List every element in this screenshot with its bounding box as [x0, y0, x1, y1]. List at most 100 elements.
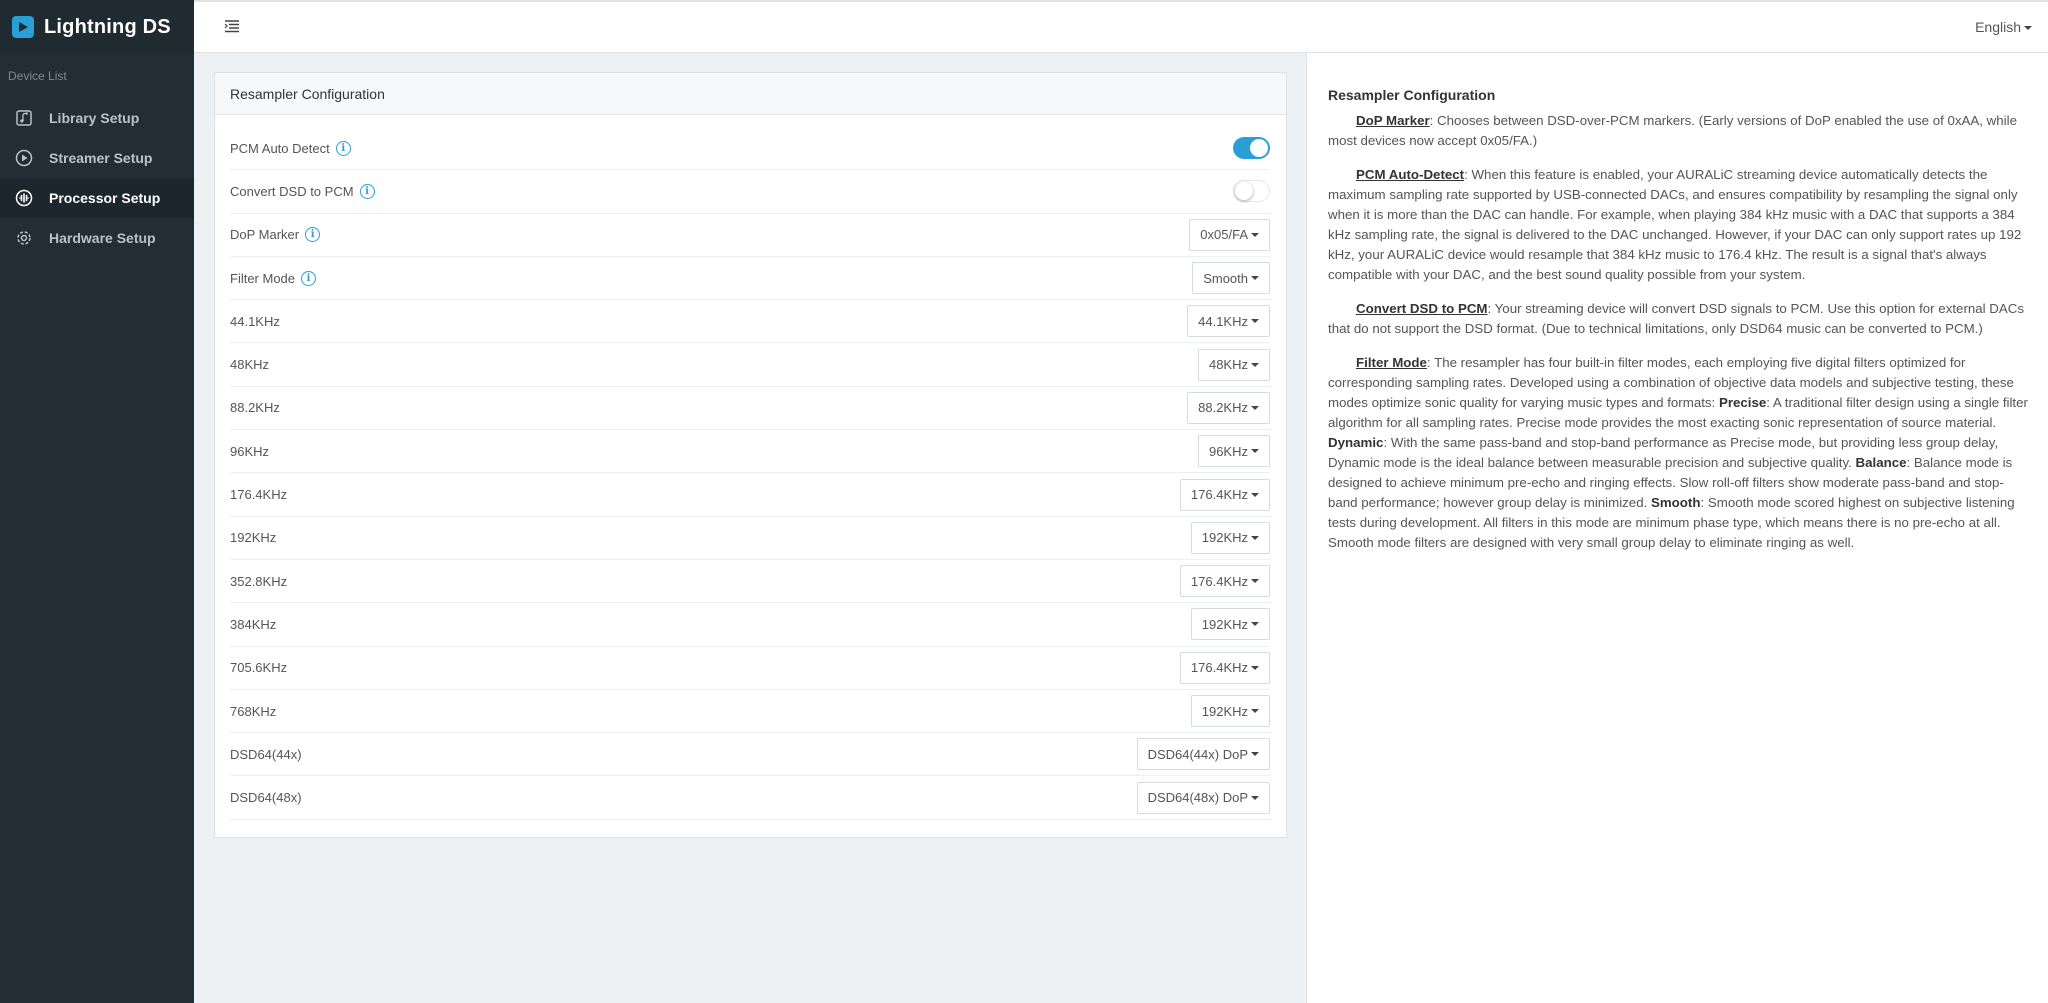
rate-dropdown[interactable]: 96KHz [1197, 435, 1270, 468]
rate-dropdown[interactable]: 176.4KHz [1179, 651, 1270, 684]
rate-label: 192KHz [230, 530, 277, 546]
pcm-auto-detect-toggle[interactable] [1233, 137, 1270, 160]
chevron-down-icon [1251, 579, 1259, 584]
chevron-down-icon [2024, 26, 2032, 31]
settings-row-rate: DSD64(44x) DSD64(44x) DoP [230, 733, 1270, 777]
play-circle-icon [14, 148, 34, 168]
chevron-down-icon [1251, 795, 1259, 800]
rate-dropdown[interactable]: 48KHz [1197, 348, 1270, 381]
chevron-down-icon [1251, 752, 1259, 757]
rate-dropdown[interactable]: 192KHz [1190, 608, 1270, 641]
setting-label: Convert DSD to PCM [230, 183, 354, 199]
help-term: Convert DSD to PCM [1356, 301, 1488, 316]
chevron-down-icon [1251, 319, 1259, 324]
rate-label: DSD64(44x) [230, 746, 302, 762]
settings-row-filter-mode: Filter Mode i Smooth [230, 257, 1270, 301]
rate-label: 88.2KHz [230, 400, 280, 416]
dropdown-value: 0x05/FA [1200, 227, 1248, 243]
dropdown-value: 96KHz [1208, 443, 1248, 459]
rate-label: 96KHz [230, 443, 270, 459]
rate-dropdown[interactable]: DSD64(48x) DoP [1136, 781, 1270, 814]
help-convert-dsd: Convert DSD to PCM: Your streaming devic… [1328, 299, 2028, 339]
dropdown-value: 48KHz [1208, 357, 1248, 373]
language-label: English [1975, 19, 2021, 35]
panel-title: Resampler Configuration [215, 73, 1286, 115]
rate-label: 352.8KHz [230, 573, 288, 589]
language-dropdown[interactable]: English [1975, 19, 2032, 35]
sidebar-item-processor-setup[interactable]: Processor Setup [0, 178, 194, 218]
info-icon[interactable]: i [359, 183, 375, 199]
dropdown-value: Smooth [1203, 270, 1248, 286]
help-pcm-auto-detect: PCM Auto-Detect: When this feature is en… [1328, 165, 2028, 285]
help-filter-mode: Filter Mode: The resampler has four buil… [1328, 353, 2028, 553]
dropdown-value: 192KHz [1201, 703, 1248, 719]
chevron-down-icon [1251, 535, 1259, 540]
sidebar-item-hardware-setup[interactable]: Hardware Setup [0, 218, 194, 258]
settings-row-pcm-auto-detect: PCM Auto Detect i [230, 127, 1270, 171]
chevron-down-icon [1251, 492, 1259, 497]
help-term: DoP Marker [1356, 113, 1430, 128]
filter-mode-dropdown[interactable]: Smooth [1192, 262, 1270, 295]
library-icon [14, 108, 34, 128]
top-bar: English [194, 0, 2048, 53]
sidebar-item-streamer-setup[interactable]: Streamer Setup [0, 138, 194, 178]
rate-label: 384KHz [230, 616, 277, 632]
settings-row-rate: 176.4KHz 176.4KHz [230, 473, 1270, 517]
help-term-balance: Balance [1855, 455, 1907, 470]
sidebar-item-label: Streamer Setup [49, 150, 153, 166]
rate-dropdown[interactable]: 44.1KHz [1187, 305, 1270, 338]
dropdown-value: DSD64(48x) DoP [1147, 790, 1248, 806]
info-icon[interactable]: i [335, 140, 351, 156]
info-icon[interactable]: i [301, 270, 317, 286]
help-dop-marker: DoP Marker: Chooses between DSD-over-PCM… [1328, 111, 2028, 151]
dropdown-value: 192KHz [1201, 530, 1248, 546]
resampler-panel: Resampler Configuration PCM Auto Detect … [214, 72, 1287, 838]
dropdown-value: DSD64(44x) DoP [1147, 746, 1248, 762]
rate-dropdown[interactable]: 88.2KHz [1187, 391, 1270, 424]
setting-label: PCM Auto Detect [230, 140, 330, 156]
sidebar-item-label: Hardware Setup [49, 230, 156, 246]
dropdown-value: 176.4KHz [1190, 487, 1248, 503]
help-text: : When this feature is enabled, your AUR… [1328, 167, 2022, 282]
chevron-down-icon [1251, 362, 1259, 367]
rate-dropdown[interactable]: DSD64(44x) DoP [1136, 738, 1270, 771]
settings-row-dop-marker: DoP Marker i 0x05/FA [230, 214, 1270, 257]
sidebar-item-library-setup[interactable]: Library Setup [0, 98, 194, 138]
rate-dropdown[interactable]: 176.4KHz [1179, 478, 1270, 511]
dropdown-value: 176.4KHz [1190, 573, 1248, 589]
rate-dropdown[interactable]: 192KHz [1190, 521, 1270, 554]
toggle-knob [1235, 182, 1253, 201]
rate-label: DSD64(48x) [230, 790, 302, 806]
chevron-down-icon [1251, 232, 1259, 237]
settings-row-rate: 352.8KHz 176.4KHz [230, 560, 1270, 604]
dropdown-value: 44.1KHz [1198, 313, 1248, 329]
chevron-down-icon [1251, 449, 1259, 454]
rate-label: 705.6KHz [230, 660, 288, 676]
help-text: : Chooses between DSD-over-PCM markers. … [1328, 113, 2017, 148]
setting-label: DoP Marker [230, 227, 300, 243]
rate-dropdown[interactable]: 176.4KHz [1179, 565, 1270, 598]
help-term-smooth: Smooth [1650, 495, 1701, 510]
app-name: Lightning DS [44, 15, 171, 38]
convert-dsd-toggle[interactable] [1233, 180, 1270, 203]
settings-row-rate: 48KHz 48KHz [230, 343, 1270, 387]
info-icon[interactable]: i [305, 227, 321, 243]
help-term-dynamic: Dynamic [1328, 435, 1384, 450]
chevron-down-icon [1251, 665, 1259, 670]
chevron-down-icon [1251, 709, 1259, 713]
dop-marker-dropdown[interactable]: 0x05/FA [1189, 218, 1270, 251]
settings-row-rate: 768KHz 192KHz [230, 690, 1270, 734]
brand[interactable]: Lightning DS [0, 0, 194, 54]
dropdown-value: 88.2KHz [1198, 400, 1248, 416]
chevron-down-icon [1251, 405, 1259, 410]
processor-icon [14, 188, 34, 208]
settings-row-convert-dsd: Convert DSD to PCM i [230, 170, 1270, 214]
sidebar-item-label: Library Setup [49, 110, 140, 126]
settings-row-rate: 705.6KHz 176.4KHz [230, 647, 1270, 690]
help-term: PCM Auto-Detect [1356, 167, 1465, 182]
rate-dropdown[interactable]: 192KHz [1190, 695, 1270, 727]
device-list-label: Device List [8, 69, 67, 83]
chevron-down-icon [1251, 622, 1259, 627]
menu-toggle-icon[interactable] [224, 18, 240, 34]
setting-label: Filter Mode [230, 270, 296, 286]
